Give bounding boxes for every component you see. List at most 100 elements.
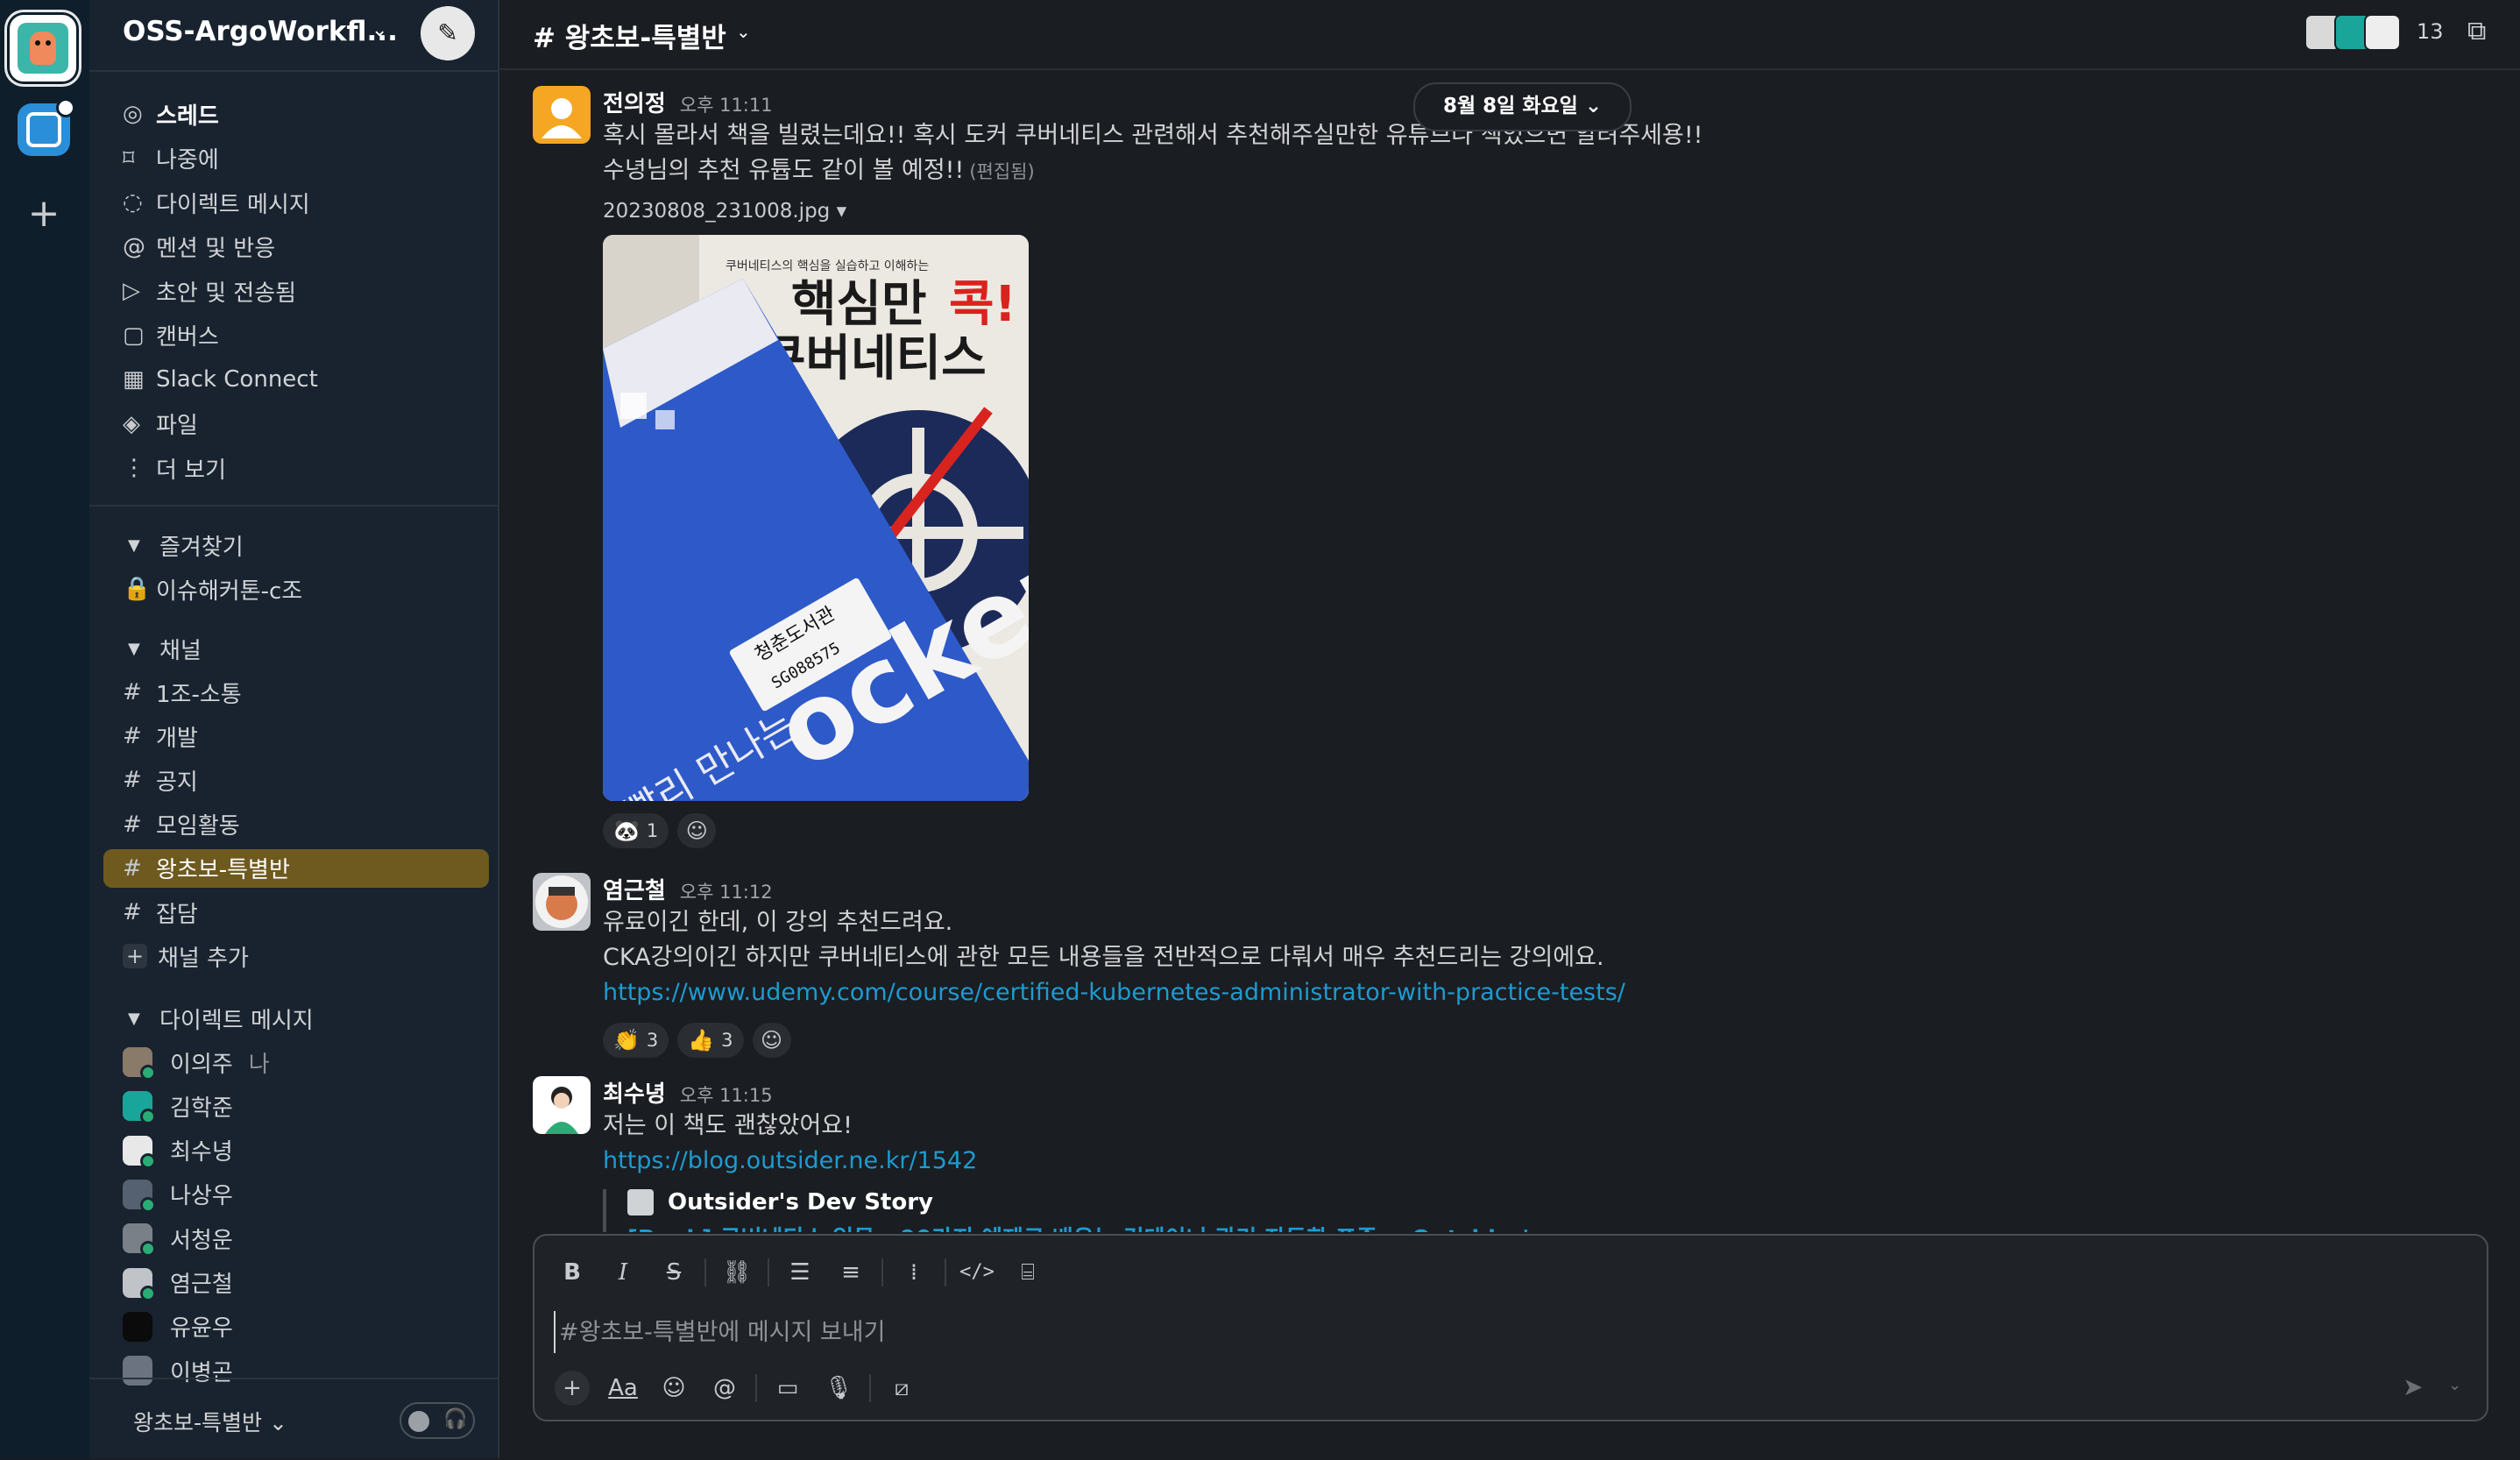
workspace-header[interactable]: OSS-ArgoWorkfl... ⌄ ✎ xyxy=(89,0,499,72)
footer-channel-switcher[interactable]: 왕초보-특별반 ⌄ xyxy=(133,1406,287,1437)
reactions: 🐼 1 ☺ xyxy=(603,813,2443,848)
sidebar-item[interactable]: ▦ Slack Connect xyxy=(123,360,485,399)
reaction-count: 3 xyxy=(646,1030,659,1051)
microphone-icon[interactable]: 🎙 xyxy=(813,1365,864,1411)
member-avatars[interactable] xyxy=(2304,14,2401,51)
sidebar-item-label: 유윤우 xyxy=(170,1315,233,1343)
sidebar-item[interactable]: ◎ 스레드 xyxy=(123,95,485,133)
emoji-icon[interactable]: ☺ xyxy=(648,1365,699,1411)
message-time[interactable]: 오후 11:11 xyxy=(680,95,773,116)
ordered-list-icon[interactable]: ☰ xyxy=(775,1248,825,1297)
workspace-name[interactable]: OSS-ArgoWorkfl... xyxy=(123,16,398,47)
reaction[interactable]: 👍 3 xyxy=(677,1023,744,1058)
sidebar-item-dm[interactable]: 이의주 나 xyxy=(123,1043,485,1081)
sidebar-item[interactable]: ▷ 초안 및 전송됨 xyxy=(123,272,485,310)
link-preview[interactable]: Outsider's Dev Story [Book] 쿠버네티스 입문 - 9… xyxy=(603,1189,2443,1232)
section-header-favorites[interactable]: ▼ 즐겨찾기 xyxy=(128,526,244,564)
presence-dot xyxy=(140,1109,156,1125)
avatar[interactable] xyxy=(533,86,591,144)
avatar xyxy=(123,1047,156,1081)
send-icon[interactable]: ➤ xyxy=(2403,1372,2423,1401)
workspace-icon-current[interactable] xyxy=(10,15,76,82)
caret-down-icon: ▼ xyxy=(128,639,140,658)
sidebar-item-label: 이의주 xyxy=(170,1051,233,1078)
sidebar-item-channel[interactable]: # 왕초보-특별반 xyxy=(103,848,489,888)
file-name[interactable]: 20230808_231008.jpg ▾ xyxy=(603,200,2443,223)
link-preview-title[interactable]: [Book] 쿠버네티스 입문 - 90가지 예제로 배우는 컨테이너 관리 자… xyxy=(627,1221,2443,1232)
reaction[interactable]: 👏 3 xyxy=(603,1023,669,1058)
video-icon[interactable]: ▭ xyxy=(762,1365,813,1411)
reaction[interactable]: 🐼 1 xyxy=(603,813,669,848)
add-reaction-button[interactable]: ☺ xyxy=(752,1023,791,1058)
sidebar-item-dm[interactable]: 유윤우 xyxy=(123,1308,485,1346)
sidebar-item-dm[interactable]: 서청운 xyxy=(123,1219,485,1258)
chevron-down-icon[interactable]: ⌄ xyxy=(2448,1376,2461,1394)
bulleted-list-icon[interactable]: ≡ xyxy=(825,1248,876,1297)
bold-icon[interactable]: B xyxy=(547,1248,598,1297)
sidebar-item-favorite[interactable]: 🔒 이슈해커톤-c조 xyxy=(123,570,485,608)
sidebar-item-channel[interactable]: # 모임활동 xyxy=(123,805,485,844)
link-preview-site[interactable]: Outsider's Dev Story xyxy=(668,1189,933,1215)
attached-image[interactable]: 쿠버네티스의 핵심을 실습하고 이해하는 핵심만 콕! 쿠버네티스 청춘도서관 … xyxy=(603,235,1029,801)
sidebar-item[interactable]: ▢ 캔버스 xyxy=(123,316,485,355)
sidebar-item-label: 다이렉트 메시지 xyxy=(156,191,310,218)
avatar xyxy=(123,1223,156,1258)
sidebar-item-dm[interactable]: 염근철 xyxy=(123,1264,485,1302)
sidebar-item-label: 더 보기 xyxy=(156,457,227,484)
sidebar-item-label: 서청운 xyxy=(170,1227,233,1254)
more-icon: ⋮ xyxy=(123,455,145,481)
date-divider[interactable]: 8월 8일 화요일 ⌄ xyxy=(1413,82,1632,131)
presence-dot xyxy=(140,1241,156,1258)
section-header-channels[interactable]: ▼ 채널 xyxy=(128,629,202,668)
blockquote-icon[interactable]: ⁞ xyxy=(888,1248,939,1297)
chevron-down-icon[interactable]: ⌄ xyxy=(372,19,387,41)
member-count[interactable]: 13 xyxy=(2417,19,2444,44)
sidebar-item-channel[interactable]: #1조-소통 xyxy=(123,673,485,712)
compose-button[interactable]: ✎ xyxy=(421,6,475,60)
toolbar-divider xyxy=(755,1374,757,1402)
code-icon[interactable]: </> xyxy=(952,1248,1002,1297)
channel-title[interactable]: # 왕초보-특별반 xyxy=(533,16,726,55)
add-channel-button[interactable]: + 채널 추가 xyxy=(123,937,485,975)
link-icon[interactable]: ⛓ xyxy=(711,1248,762,1297)
sidebar-item[interactable]: ⋮ 더 보기 xyxy=(123,449,485,487)
avatar[interactable] xyxy=(533,1076,591,1134)
sidebar-item[interactable]: ◌ 다이렉트 메시지 xyxy=(123,183,485,222)
message-link[interactable]: https://www.udemy.com/course/certified-k… xyxy=(603,979,1625,1006)
attach-plus-icon[interactable]: + xyxy=(555,1371,590,1406)
message-link[interactable]: https://blog.outsider.ne.kr/1542 xyxy=(603,1147,977,1174)
canvas-icon: ▢ xyxy=(123,322,145,349)
huddle-toggle[interactable]: 🎧 xyxy=(400,1402,475,1439)
canvas-icon[interactable]: ⧉ xyxy=(2467,16,2486,46)
message-author[interactable]: 최수녕 xyxy=(603,1081,666,1108)
slash-command-icon[interactable]: ⧄ xyxy=(876,1365,927,1411)
message-time[interactable]: 오후 11:15 xyxy=(680,1085,773,1106)
sidebar-item-channel[interactable]: # 잡담 xyxy=(123,893,485,932)
section-header-dms[interactable]: ▼ 다이렉트 메시지 xyxy=(128,999,314,1038)
workspace-icon-other[interactable] xyxy=(18,98,75,156)
italic-icon[interactable]: I xyxy=(598,1248,648,1297)
strikethrough-icon[interactable]: S xyxy=(648,1248,699,1297)
mention-icon[interactable]: @ xyxy=(699,1365,750,1411)
sidebar-item[interactable]: @ 멘션 및 반응 xyxy=(123,228,485,266)
add-workspace-icon[interactable]: + xyxy=(25,195,63,233)
sidebar-item-dm[interactable]: 최수녕 xyxy=(123,1131,485,1170)
lock-icon: 🔒 xyxy=(123,576,152,602)
sidebar-item-channel[interactable]: # 공지 xyxy=(123,761,485,799)
code-block-icon[interactable]: ⌸ xyxy=(1002,1248,1053,1297)
sidebar-item-label: 이슈해커톤-c조 xyxy=(156,578,303,605)
sidebar-item[interactable]: ◈ 파일 xyxy=(123,405,485,443)
sidebar-item-dm[interactable]: 나상우 xyxy=(123,1175,485,1214)
add-reaction-button[interactable]: ☺ xyxy=(677,813,717,848)
message-author[interactable]: 전의정 xyxy=(603,91,666,117)
sidebar-item[interactable]: ⌑ 나중에 xyxy=(123,139,485,178)
message-author[interactable]: 염근철 xyxy=(603,878,666,904)
avatar[interactable] xyxy=(533,873,591,931)
toolbar-divider xyxy=(945,1258,946,1286)
text-format-icon[interactable]: Aa xyxy=(598,1365,648,1411)
message-time[interactable]: 오후 11:12 xyxy=(680,882,773,903)
message-input[interactable] xyxy=(554,1311,2471,1353)
sidebar-item-dm[interactable]: 김학준 xyxy=(123,1087,485,1125)
chevron-down-icon[interactable]: ⌄ xyxy=(736,21,751,42)
sidebar-item-channel[interactable]: # 개발 xyxy=(123,717,485,755)
